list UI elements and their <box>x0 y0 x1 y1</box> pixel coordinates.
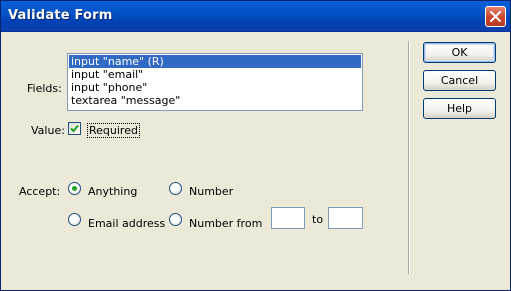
range-from-input[interactable] <box>271 207 305 229</box>
anything-label[interactable]: Anything <box>88 185 137 198</box>
email-address-radio[interactable] <box>68 213 81 226</box>
accept-label: Accept: <box>19 185 61 198</box>
help-button[interactable]: Help <box>423 98 496 119</box>
required-checkbox[interactable] <box>68 122 81 135</box>
number-from-radio[interactable] <box>169 213 182 226</box>
checkmark-icon <box>70 124 79 133</box>
number-radio[interactable] <box>169 182 182 195</box>
radio-selected-dot <box>72 186 77 191</box>
fields-listbox[interactable]: input "name" (R) input "email" input "ph… <box>67 53 363 111</box>
title-bar[interactable]: Validate Form <box>1 1 510 32</box>
number-label[interactable]: Number <box>189 185 233 198</box>
required-label[interactable]: Required <box>87 123 140 138</box>
list-item[interactable]: textarea "message" <box>69 94 361 107</box>
list-item[interactable]: input "name" (R) <box>69 55 361 68</box>
list-item[interactable]: input "email" <box>69 68 361 81</box>
number-from-label[interactable]: Number from <box>189 217 262 230</box>
fields-label: Fields: <box>27 82 62 95</box>
ok-button[interactable]: OK <box>423 42 496 63</box>
close-icon <box>490 11 501 22</box>
vertical-separator <box>408 41 410 274</box>
value-label: Value: <box>31 124 65 137</box>
validate-form-dialog: Validate Form Fields: input "name" (R) i… <box>0 0 511 291</box>
close-button[interactable] <box>485 6 506 27</box>
range-to-label: to <box>312 213 324 226</box>
anything-radio[interactable] <box>68 182 81 195</box>
cancel-button[interactable]: Cancel <box>423 70 496 91</box>
range-to-input[interactable] <box>328 207 363 229</box>
email-address-label[interactable]: Email address <box>88 217 165 230</box>
dialog-title: Validate Form <box>8 8 113 23</box>
list-item[interactable]: input "phone" <box>69 81 361 94</box>
